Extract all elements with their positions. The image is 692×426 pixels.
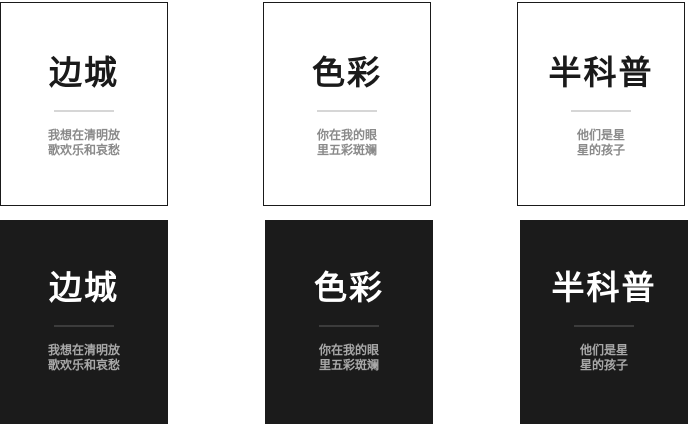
card-description-line: 我想在清明放 <box>47 128 120 142</box>
divider <box>317 110 377 112</box>
card-description: 你在我的眼 里五彩斑斓 <box>317 128 377 158</box>
card-title: 色彩 <box>314 268 384 307</box>
card-description-line: 他们是星 <box>579 343 628 357</box>
card-secai-light[interactable]: 色彩 你在我的眼 里五彩斑斓 <box>263 2 431 206</box>
card-bankepu-dark[interactable]: 半科普 他们是星 星的孩子 <box>520 220 688 424</box>
card-title: 边城 <box>49 53 119 92</box>
card-description: 你在我的眼 里五彩斑斓 <box>319 343 379 373</box>
card-secai-dark[interactable]: 色彩 你在我的眼 里五彩斑斓 <box>265 220 433 424</box>
divider <box>571 110 631 112</box>
card-description-line: 歌欢乐和哀愁 <box>47 358 120 372</box>
card-biancheng-light[interactable]: 边城 我想在清明放 歌欢乐和哀愁 <box>0 2 168 206</box>
card-description: 他们是星 星的孩子 <box>577 128 625 158</box>
divider <box>319 325 379 327</box>
card-description-line: 你在我的眼 <box>316 128 377 142</box>
card-description: 他们是星 星的孩子 <box>580 343 628 373</box>
card-title: 半科普 <box>551 268 657 307</box>
card-description: 我想在清明放 歌欢乐和哀愁 <box>48 343 120 373</box>
card-description-line: 星的孩子 <box>579 358 628 372</box>
divider <box>54 325 114 327</box>
card-title: 半科普 <box>548 53 654 92</box>
divider <box>574 325 634 327</box>
card-bankepu-light[interactable]: 半科普 他们是星 星的孩子 <box>517 2 685 206</box>
card-description-line: 里五彩斑斓 <box>318 358 379 372</box>
card-description-line: 他们是星 <box>576 128 625 142</box>
card-description-line: 歌欢乐和哀愁 <box>47 143 120 157</box>
card-title: 色彩 <box>312 53 382 92</box>
card-description-line: 星的孩子 <box>576 143 625 157</box>
card-description-line: 你在我的眼 <box>318 343 379 357</box>
card-title: 边城 <box>49 268 119 307</box>
divider <box>54 110 114 112</box>
card-biancheng-dark[interactable]: 边城 我想在清明放 歌欢乐和哀愁 <box>0 220 168 424</box>
card-description: 我想在清明放 歌欢乐和哀愁 <box>48 128 120 158</box>
card-description-line: 我想在清明放 <box>47 343 120 357</box>
card-description-line: 里五彩斑斓 <box>316 143 377 157</box>
